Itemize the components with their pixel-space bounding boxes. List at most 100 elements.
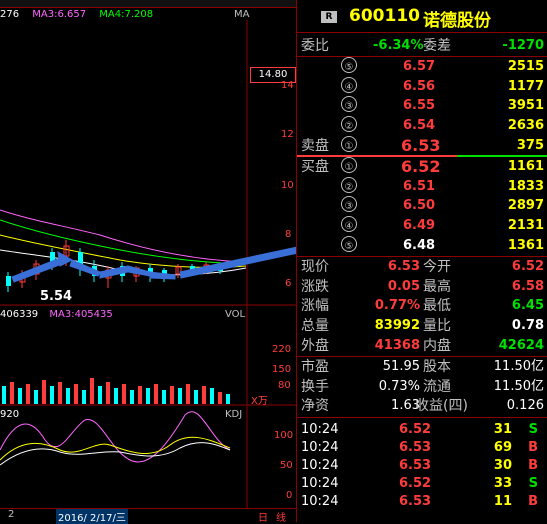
ask-row[interactable]: ④ 6.56 1177 [297, 77, 547, 97]
bid-price: 6.50 [403, 198, 436, 213]
tick-price: 6.53 [399, 458, 432, 473]
kdj-tick: 0 [286, 490, 293, 501]
quote-panel: R 600110 诺德股份 委比 -6.34% 委差 -1270 ⑤ 6.57 … [296, 0, 547, 522]
order-ratio-label: 委比 [301, 38, 329, 54]
tick-row: 10:24 6.52 33 S [297, 474, 547, 494]
bid-volume: 1833 [507, 179, 544, 194]
order-ratio-value: -6.34% [373, 38, 424, 53]
fundamental-label: 净资 [301, 398, 329, 414]
fundamental-label: 流通 [423, 379, 451, 395]
quote-row: 总量 83992 量比 0.78 [297, 316, 547, 336]
ask-price: 6.56 [403, 79, 436, 94]
stock-code: 600110 [349, 6, 420, 26]
quote-value: 0.77% [374, 298, 420, 313]
ma-legend-suffix: MA [234, 9, 250, 20]
quote-label: 涨幅 [301, 298, 329, 314]
tick-row: 10:24 6.53 11 B [297, 492, 547, 512]
quote-row: 涨跌 0.05 最高 6.58 [297, 277, 547, 297]
tick-side: B [528, 440, 538, 455]
bid-price: 6.48 [403, 238, 436, 253]
stock-header: R 600110 诺德股份 [297, 0, 547, 33]
tick-volume: 31 [493, 422, 512, 437]
bid-price: 6.49 [403, 218, 436, 233]
order-diff-label: 委差 [423, 38, 451, 54]
order-diff-value: -1270 [502, 38, 544, 53]
buy-label: 买盘 [301, 159, 329, 175]
chart-footer: 2 2016/ 2/17/三 日 线 [0, 508, 296, 524]
quote-value: 6.45 [511, 298, 544, 313]
fundamental-label: 市盈 [301, 359, 329, 375]
bid-row[interactable]: ⑤ 6.48 1361 [297, 236, 547, 256]
ma4-value: MA4:7.208 [99, 9, 154, 20]
bid-row[interactable]: ③ 6.50 2897 [297, 196, 547, 216]
tick-volume: 30 [493, 458, 512, 473]
bid-volume: 1361 [507, 238, 544, 253]
quote-label: 外盘 [301, 338, 329, 354]
quote-label: 量比 [423, 318, 451, 334]
ask-price: 6.57 [403, 59, 436, 74]
tick-side: S [528, 476, 538, 491]
fundamental-value: 51.95 [382, 359, 420, 374]
tick-price: 6.53 [399, 494, 432, 509]
vol-title: VOL [225, 309, 246, 320]
tick-row: 10:24 6.52 31 S [297, 420, 547, 440]
fundamental-row: 换手 0.73% 流通 11.50亿 [297, 377, 547, 397]
quote-row: 现价 6.53 今开 6.52 [297, 257, 547, 277]
fundamental-value: 11.50亿 [493, 379, 544, 394]
ma-legend: 276 MA3:6.657 MA4:7.208 [0, 9, 153, 20]
quote-label: 最高 [423, 279, 451, 295]
kdj-value: 920 [0, 409, 20, 420]
order-ratio-row: 委比 -6.34% 委差 -1270 [297, 36, 547, 56]
quote-value: 6.53 [387, 259, 420, 274]
top-tab-strip [0, 0, 296, 8]
quote-label: 今开 [423, 259, 451, 275]
tick-price: 6.53 [399, 440, 432, 455]
fundamental-label: 收益(四) [415, 398, 468, 414]
bid-row[interactable]: 买盘 ① 6.52 1161 [297, 157, 547, 177]
tick-side: B [528, 458, 538, 473]
tick-volume: 33 [493, 476, 512, 491]
ask-price: 6.53 [401, 136, 441, 155]
tick-volume: 11 [493, 494, 512, 509]
tick-time: 10:24 [301, 494, 339, 509]
price-chart-svg [0, 20, 296, 510]
quote-value: 83992 [374, 318, 420, 333]
tick-row: 10:24 6.53 30 B [297, 456, 547, 476]
stock-badge: R [321, 11, 337, 23]
bid-row[interactable]: ② 6.51 1833 [297, 177, 547, 197]
vol-tick: 80 [278, 380, 291, 391]
kline-chart-area[interactable]: 276 MA3:6.657 MA4:7.208 MA 14.80 14 12 1… [0, 0, 296, 524]
bid-row[interactable]: ④ 6.49 2131 [297, 216, 547, 236]
vol-tick: 220 [272, 344, 292, 355]
low-price-annotation: 5.54 [40, 289, 73, 304]
tick-price: 6.52 [399, 422, 432, 437]
quote-value: 6.58 [511, 279, 544, 294]
quote-label: 最低 [423, 298, 451, 314]
fundamental-value: 0.73% [378, 379, 420, 394]
tick-side: S [528, 422, 538, 437]
quote-label: 现价 [301, 259, 329, 275]
vol-unit: X万 [251, 396, 268, 407]
ask-row[interactable]: 卖盘 ① 6.53 375 [297, 136, 547, 156]
bid-price: 6.52 [401, 157, 441, 176]
ma2-value: 276 [0, 9, 20, 20]
tick-time: 10:24 [301, 458, 339, 473]
bid-volume: 1161 [507, 159, 544, 174]
quote-value: 0.05 [387, 279, 420, 294]
quote-label: 内盘 [423, 338, 451, 354]
kdj-title: KDJ [225, 409, 243, 420]
ma3-value: MA3:6.657 [32, 9, 87, 20]
footer-page: 2 [8, 509, 15, 520]
tick-time: 10:24 [301, 476, 339, 491]
bid-volume: 2897 [507, 198, 544, 213]
ask-volume: 375 [516, 138, 544, 153]
ask-volume: 2636 [507, 118, 544, 133]
ask-row[interactable]: ② 6.54 2636 [297, 116, 547, 136]
ask-row[interactable]: ⑤ 6.57 2515 [297, 57, 547, 77]
stock-name: 诺德股份 [423, 11, 491, 31]
divider [297, 417, 547, 418]
ask-row[interactable]: ③ 6.55 3951 [297, 96, 547, 116]
fundamental-value: 0.126 [506, 398, 544, 413]
vol-ma3: MA3:405435 [49, 309, 113, 320]
quote-label: 总量 [301, 318, 329, 334]
